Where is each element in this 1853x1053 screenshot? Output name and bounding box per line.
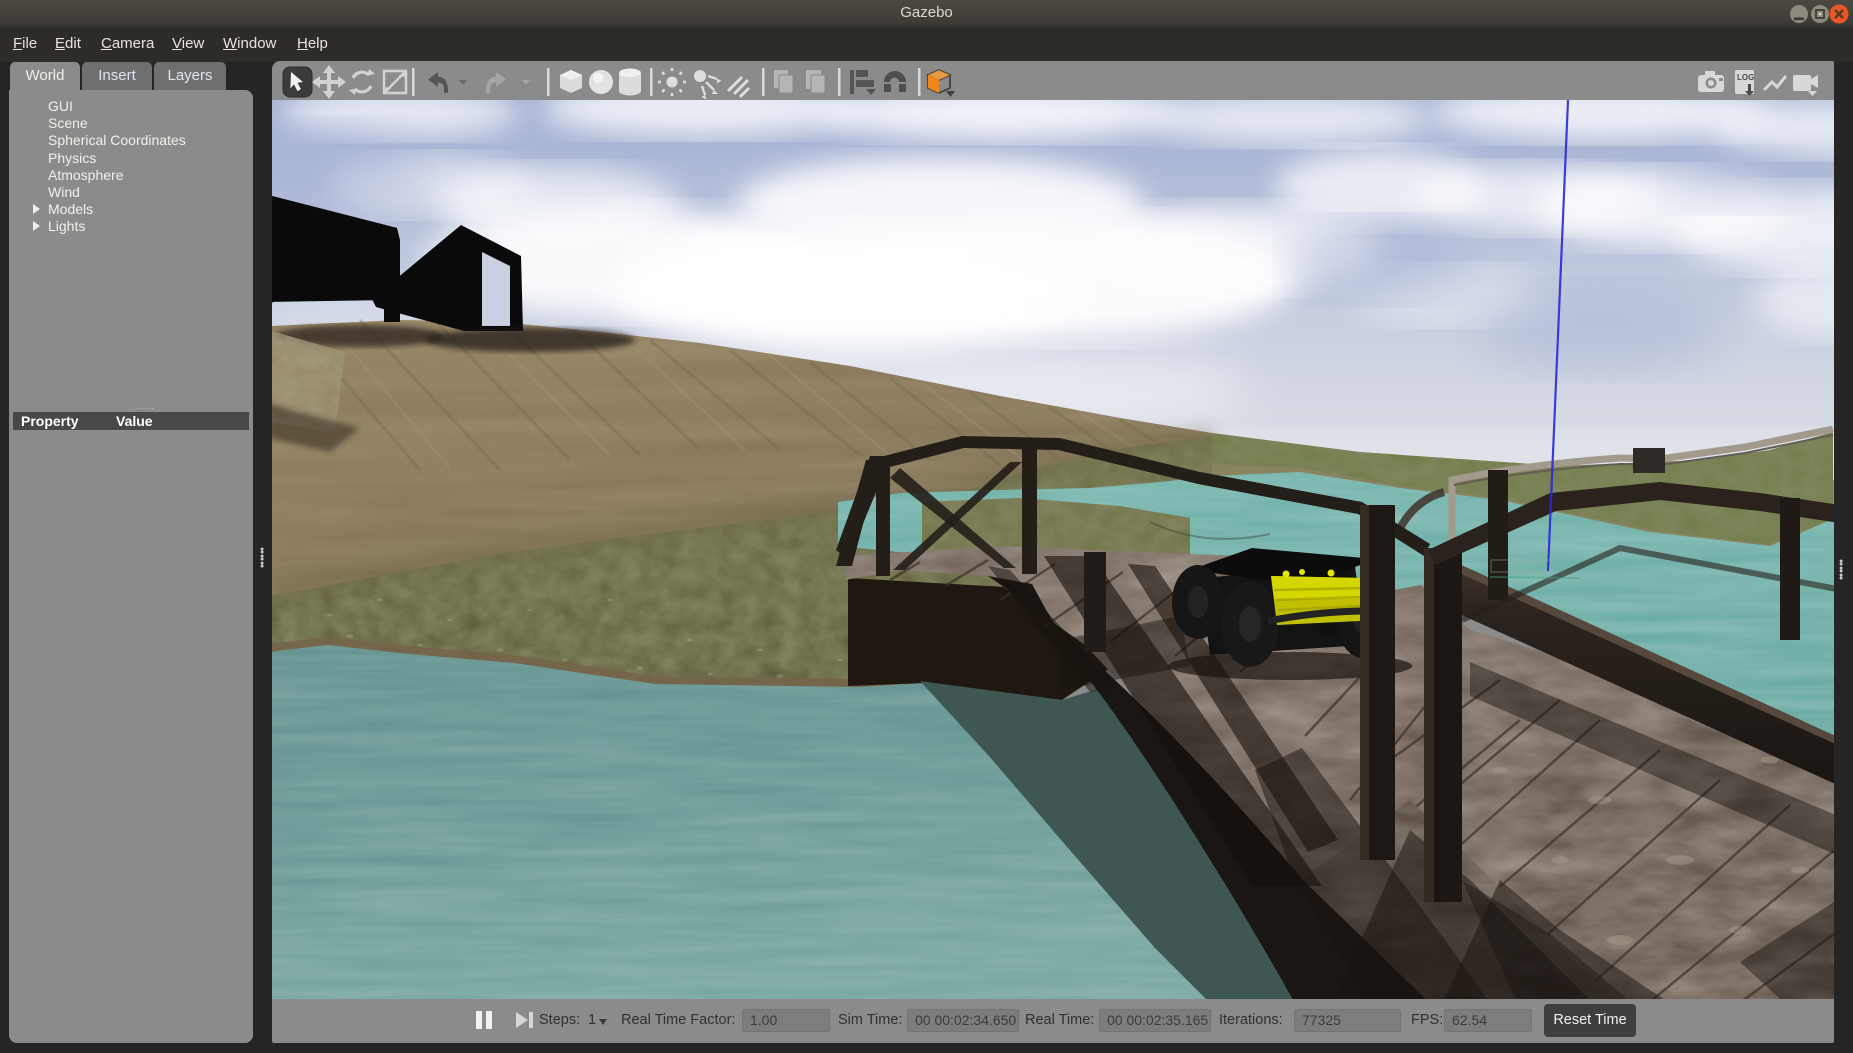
svg-text:LOG: LOG — [1737, 73, 1754, 82]
